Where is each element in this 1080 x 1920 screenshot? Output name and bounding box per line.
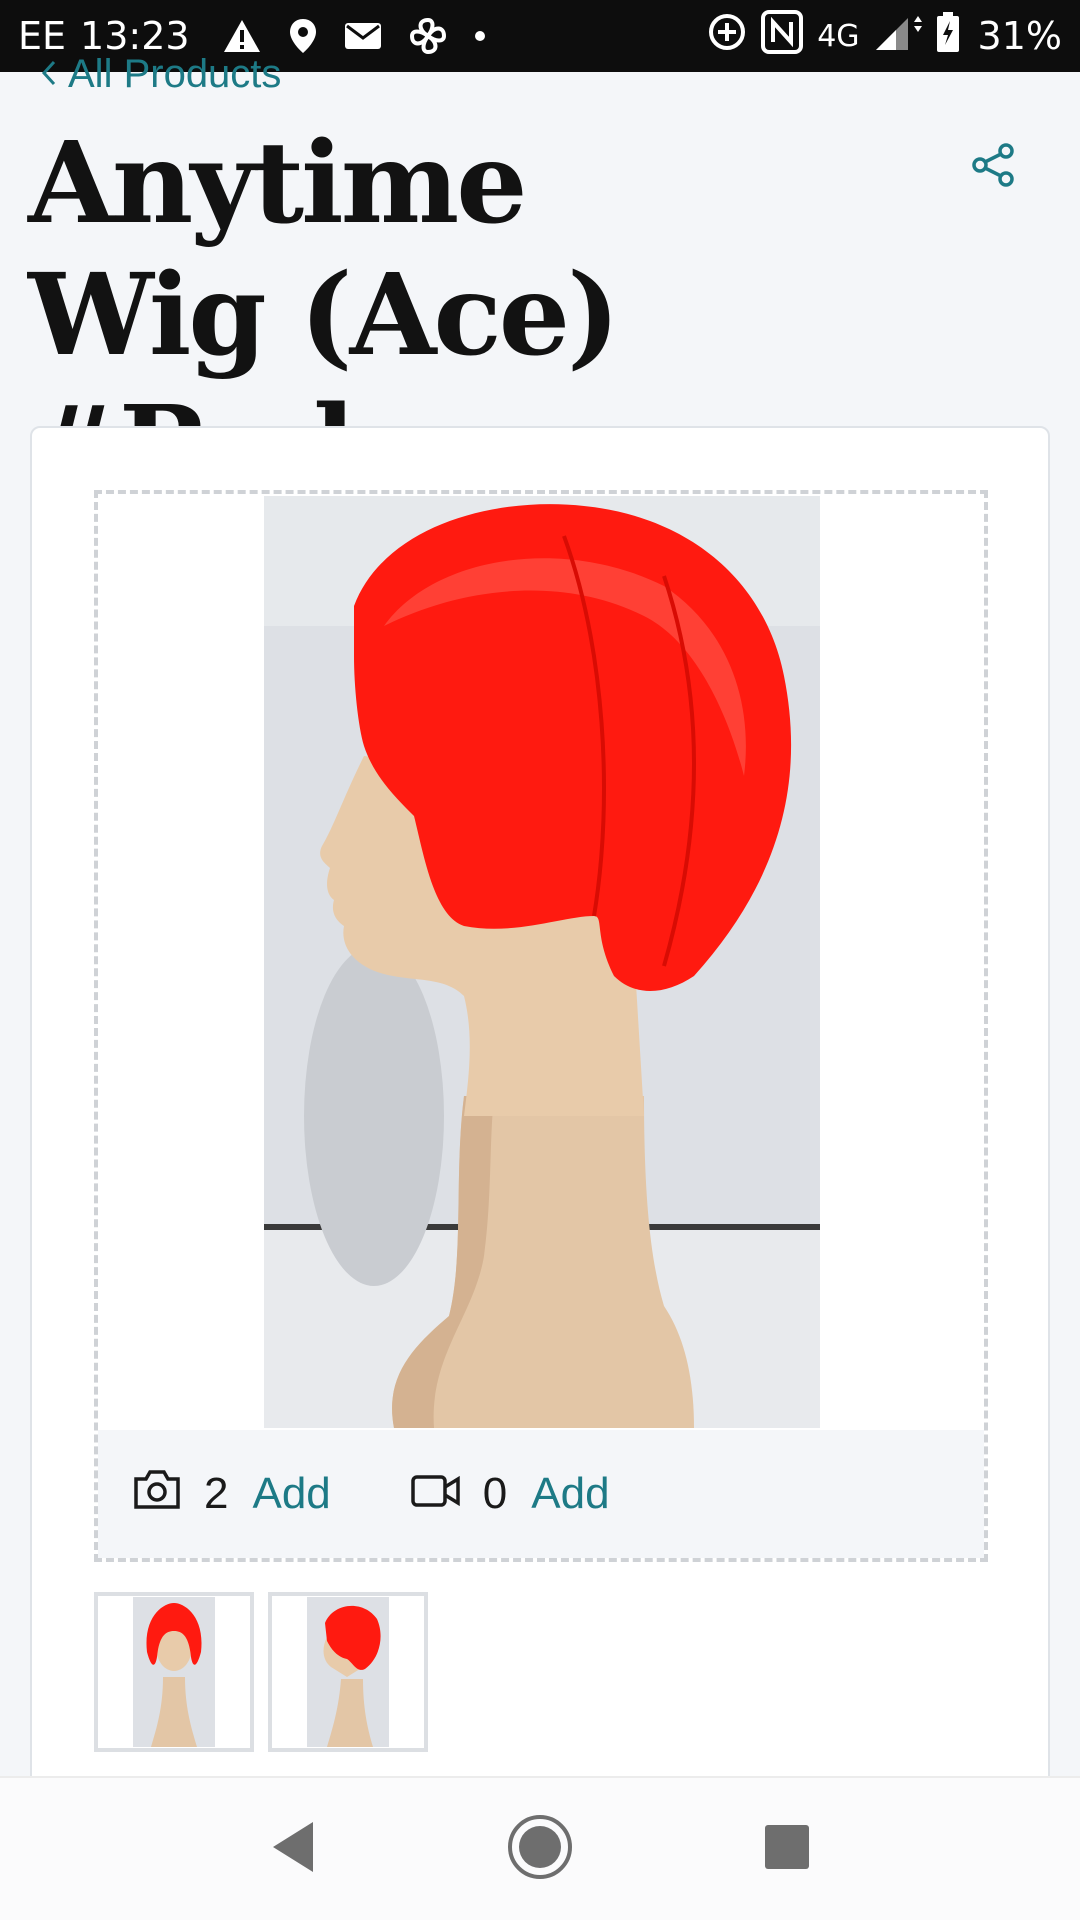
nfc-icon (761, 9, 804, 63)
signal-icon (874, 12, 922, 61)
video-group: 0 Add (411, 1469, 610, 1519)
video-icon (411, 1469, 461, 1519)
home-icon (507, 1814, 573, 1885)
location-icon (288, 17, 318, 55)
mail-icon (344, 21, 382, 51)
nav-back-button[interactable] (248, 1804, 338, 1894)
chevron-left-icon (40, 52, 58, 97)
network-type: 4G (817, 18, 860, 54)
battery-percent: 31% (977, 14, 1062, 58)
thumbnail-side[interactable] (268, 1592, 428, 1752)
back-to-products-link[interactable]: All Products (40, 52, 281, 97)
thumbnail-strip (94, 1592, 428, 1752)
add-photo-button[interactable]: Add (252, 1469, 330, 1519)
warning-icon (222, 18, 262, 54)
dot-icon (474, 30, 486, 42)
media-count-bar: 2 Add 0 Add (98, 1430, 984, 1558)
nav-recents-button[interactable] (742, 1804, 832, 1894)
main-product-photo[interactable] (264, 496, 820, 1428)
thumbnail-front[interactable] (94, 1592, 254, 1752)
back-link-label: All Products (68, 52, 282, 96)
sync-icon (707, 12, 747, 61)
photo-group: 2 Add (132, 1467, 331, 1522)
camera-icon (132, 1467, 182, 1522)
add-video-button[interactable]: Add (531, 1469, 609, 1519)
battery-icon (936, 11, 960, 62)
share-button[interactable] (964, 138, 1022, 196)
product-media-card: 2 Add 0 Add (30, 426, 1050, 1826)
photo-count: 2 (204, 1469, 229, 1518)
share-icon (970, 142, 1016, 193)
nav-home-button[interactable] (495, 1804, 585, 1894)
fan-icon (408, 16, 448, 56)
media-drop-zone[interactable]: 2 Add 0 Add (94, 490, 988, 1562)
video-count: 0 (482, 1469, 508, 1518)
system-nav-bar (0, 1776, 1080, 1920)
back-icon (269, 1820, 317, 1879)
recents-icon (764, 1824, 810, 1875)
